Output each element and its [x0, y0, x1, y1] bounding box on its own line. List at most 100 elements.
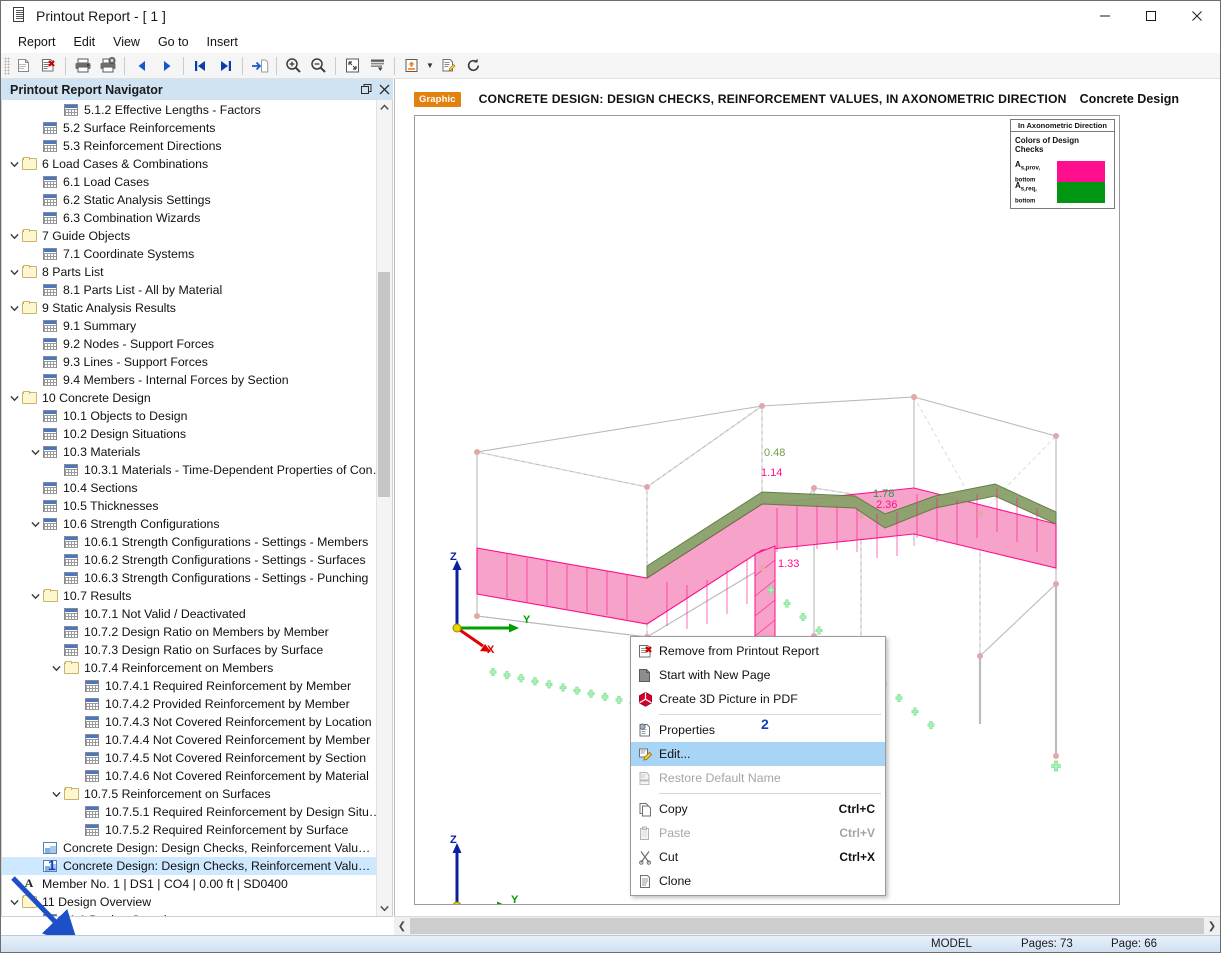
next-page-icon[interactable] [154, 54, 179, 78]
tree-item[interactable]: 6 Load Cases & Combinations [2, 155, 377, 173]
tree-item[interactable]: AMember No. 1 | DS1 | CO4 | 0.00 ft | SD… [2, 875, 377, 893]
tree-item[interactable]: 5.1.2 Effective Lengths - Factors [2, 101, 377, 119]
last-page-icon[interactable] [213, 54, 238, 78]
tree-item[interactable]: 10.7.4 Reinforcement on Members [2, 659, 377, 677]
chevron-down-icon[interactable] [6, 389, 22, 407]
refresh-icon[interactable] [461, 54, 486, 78]
tree-item[interactable]: 9.2 Nodes - Support Forces [2, 335, 377, 353]
tree-item[interactable]: 10.6.1 Strength Configurations - Setting… [2, 533, 377, 551]
tree-item[interactable]: 10.7.4.2 Provided Reinforcement by Membe… [2, 695, 377, 713]
print-settings-icon[interactable] [95, 54, 120, 78]
tree-item[interactable]: 10.3.1 Materials - Time-Dependent Proper… [2, 461, 377, 479]
tree-item[interactable]: 10.7.4.1 Required Reinforcement by Membe… [2, 677, 377, 695]
tree-item[interactable]: 10.1 Objects to Design [2, 407, 377, 425]
tree-item[interactable]: 10.7.5.2 Required Reinforcement by Surfa… [2, 821, 377, 839]
scroll-up-arrow[interactable] [377, 100, 392, 115]
close-icon[interactable] [375, 81, 393, 99]
tree-item[interactable]: 11 Design Overview [2, 893, 377, 911]
fit-page-icon[interactable] [340, 54, 365, 78]
chevron-down-icon[interactable] [6, 263, 22, 281]
tree-item[interactable]: 10.7.4.4 Not Covered Reinforcement by Me… [2, 731, 377, 749]
tree-item[interactable]: 9 Static Analysis Results [2, 299, 377, 317]
zoom-out-icon[interactable] [306, 54, 331, 78]
tree-item[interactable]: 8 Parts List [2, 263, 377, 281]
toolbar-grip[interactable] [4, 57, 10, 75]
tree-item[interactable]: 11.1 Design Overview [2, 911, 377, 916]
tree-item[interactable]: 10.7.5 Reinforcement on Surfaces [2, 785, 377, 803]
tree-item[interactable]: 10.6.3 Strength Configurations - Setting… [2, 569, 377, 587]
tree-item[interactable]: 7.1 Coordinate Systems [2, 245, 377, 263]
tree-item[interactable]: 10.4 Sections [2, 479, 377, 497]
tree-item[interactable]: 10.3 Materials [2, 443, 377, 461]
scroll-down-arrow[interactable] [377, 901, 392, 916]
minimize-button[interactable] [1082, 1, 1128, 30]
tree-item[interactable]: 10.7.3 Design Ratio on Surfaces by Surfa… [2, 641, 377, 659]
tree-item[interactable]: 6.2 Static Analysis Settings [2, 191, 377, 209]
tree-item[interactable]: 10.7.4.6 Not Covered Reinforcement by Ma… [2, 767, 377, 785]
first-page-icon[interactable] [188, 54, 213, 78]
context-menu-item[interactable]: CutCtrl+X [631, 845, 885, 869]
tree-item[interactable]: 10.7.4.3 Not Covered Reinforcement by Lo… [2, 713, 377, 731]
tree-item[interactable]: 10.7.2 Design Ratio on Members by Member [2, 623, 377, 641]
chevron-down-icon[interactable] [6, 893, 22, 911]
previous-page-icon[interactable] [129, 54, 154, 78]
menu-report[interactable]: Report [9, 32, 65, 52]
chevron-down-icon[interactable] [27, 443, 43, 461]
menu-edit[interactable]: Edit [65, 32, 105, 52]
menu-goto[interactable]: Go to [149, 32, 198, 52]
tree-item[interactable]: 10.2 Design Situations [2, 425, 377, 443]
context-menu-item[interactable]: Start with New Page [631, 663, 885, 687]
tree-item[interactable]: 5.2 Surface Reinforcements [2, 119, 377, 137]
context-menu-item[interactable]: Properties [631, 718, 885, 742]
tree-item[interactable]: 8.1 Parts List - All by Material [2, 281, 377, 299]
zoom-in-icon[interactable] [281, 54, 306, 78]
page-layout-icon[interactable] [365, 54, 390, 78]
tree-item[interactable]: 7 Guide Objects [2, 227, 377, 245]
chevron-down-icon[interactable] [48, 659, 64, 677]
chevron-down-icon[interactable] [6, 155, 22, 173]
navigator-tree[interactable]: 5.1.2 Effective Lengths - Factors5.2 Sur… [2, 100, 377, 916]
tree-item[interactable]: 9.1 Summary [2, 317, 377, 335]
chevron-down-icon[interactable] [6, 227, 22, 245]
chevron-down-icon[interactable] [6, 299, 22, 317]
tree-item[interactable]: 10.6.2 Strength Configurations - Setting… [2, 551, 377, 569]
print-preview-icon[interactable] [11, 54, 36, 78]
context-menu-item[interactable]: CopyCtrl+C [631, 797, 885, 821]
menu-insert[interactable]: Insert [198, 32, 247, 52]
export-dropdown-icon[interactable]: ▼ [424, 54, 436, 78]
tree-item[interactable]: 10.7.4.5 Not Covered Reinforcement by Se… [2, 749, 377, 767]
context-menu-item[interactable]: Clone [631, 869, 885, 893]
tree-item[interactable]: Concrete Design: Design Checks, Reinforc… [2, 839, 377, 857]
tree-item[interactable]: 10.7 Results [2, 587, 377, 605]
context-menu-item[interactable]: Edit... [631, 742, 885, 766]
delete-report-icon[interactable] [36, 54, 61, 78]
maximize-button[interactable] [1128, 1, 1174, 30]
context-menu[interactable]: Remove from Printout ReportStart with Ne… [630, 636, 886, 896]
tree-item[interactable]: 9.3 Lines - Support Forces [2, 353, 377, 371]
hscroll-track[interactable] [410, 918, 1204, 934]
navigator-scroll-thumb[interactable] [378, 272, 390, 497]
tree-item[interactable]: 6.3 Combination Wizards [2, 209, 377, 227]
print-icon[interactable] [70, 54, 95, 78]
tree-item[interactable]: 10.7.1 Not Valid / Deactivated [2, 605, 377, 623]
tree-item[interactable]: 6.1 Load Cases [2, 173, 377, 191]
chevron-down-icon[interactable] [27, 587, 43, 605]
navigator-vertical-scrollbar[interactable] [376, 100, 392, 916]
tree-item[interactable]: Concrete Design: Design Checks, Reinforc… [2, 857, 377, 875]
scroll-left-arrow[interactable]: ❮ [394, 917, 410, 935]
chevron-down-icon[interactable] [48, 785, 64, 803]
edit-header-icon[interactable] [436, 54, 461, 78]
context-menu-item[interactable]: Create 3D Picture in PDF [631, 687, 885, 711]
tree-item[interactable]: 5.3 Reinforcement Directions [2, 137, 377, 155]
tree-item[interactable]: 10.7.5.1 Required Reinforcement by Desig… [2, 803, 377, 821]
tree-item[interactable]: 10.5 Thicknesses [2, 497, 377, 515]
scroll-right-arrow[interactable]: ❯ [1204, 917, 1220, 935]
menu-view[interactable]: View [104, 32, 149, 52]
viewer-horizontal-scrollbar[interactable]: ❮ ❯ [394, 916, 1220, 935]
undock-icon[interactable] [357, 81, 375, 99]
insert-page-break-icon[interactable] [247, 54, 272, 78]
chevron-down-icon[interactable] [27, 515, 43, 533]
context-menu-item[interactable]: Remove from Printout Report [631, 639, 885, 663]
tree-item[interactable]: 10.6 Strength Configurations [2, 515, 377, 533]
close-button[interactable] [1174, 1, 1220, 30]
